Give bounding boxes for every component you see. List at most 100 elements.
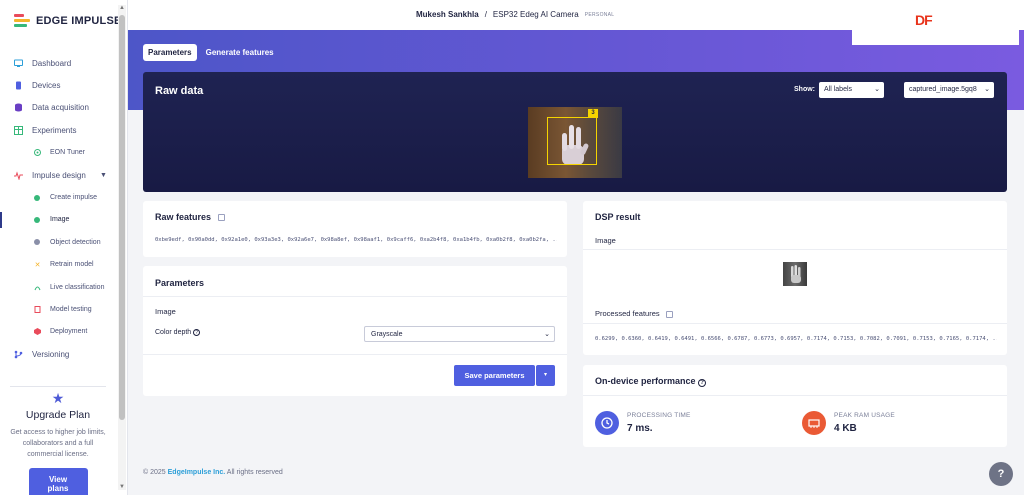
divider xyxy=(583,249,1007,250)
breadcrumb-separator: / xyxy=(484,10,487,19)
chevron-down-icon: ⌄ xyxy=(984,86,990,93)
sidebar-nav: Dashboard Devices Data acquisition Exper… xyxy=(0,52,116,365)
pulse-icon xyxy=(14,171,23,180)
sidebar-item-impulse-design[interactable]: Impulse design ▼ xyxy=(0,164,116,186)
live-icon xyxy=(34,284,41,291)
sidebar-item-eon-tuner[interactable]: EON Tuner xyxy=(0,142,116,164)
raw-features-card: Raw features 0xbe9edf, 0x90a0dd, 0x92a1e… xyxy=(143,201,567,257)
sidebar-item-deployment[interactable]: Deployment xyxy=(0,321,116,343)
status-dot-icon xyxy=(34,194,40,201)
raw-features-title: Raw features xyxy=(155,212,225,222)
footer: © 2025 EdgeImpulse Inc. All rights reser… xyxy=(143,469,283,476)
project-type-badge: PERSONAL xyxy=(584,11,615,18)
chevron-down-icon: ⌄ xyxy=(544,331,550,338)
breadcrumb-project[interactable]: ESP32 Edeg AI Camera xyxy=(493,10,579,19)
sidebar-item-data-acquisition[interactable]: Data acquisition xyxy=(0,97,116,119)
parameters-card: Parameters Image Color depth ? Grayscale… xyxy=(143,266,567,396)
save-parameters-button[interactable]: Save parameters xyxy=(454,365,535,386)
tuner-icon xyxy=(34,149,41,157)
tab-generate-features[interactable]: Generate features xyxy=(201,44,279,61)
raw-data-card: Raw data Show: All labels ⌄ captured_ima… xyxy=(143,72,1007,192)
sidebar-item-dashboard[interactable]: Dashboard xyxy=(0,52,116,74)
help-circle-icon[interactable]: ? xyxy=(193,329,201,336)
sidebar-item-image[interactable]: Image xyxy=(0,209,116,231)
sample-value: captured_image.5gq8 xyxy=(909,86,977,93)
sidebar-item-label: Devices xyxy=(32,81,61,91)
table-icon xyxy=(14,125,23,135)
clipboard-icon xyxy=(34,305,41,313)
sidebar-item-label: Live classification xyxy=(50,283,105,291)
sidebar-item-retrain-model[interactable]: ✕ Retrain model xyxy=(0,254,116,276)
help-circle-icon[interactable]: ? xyxy=(698,379,707,387)
scrollbar-thumb[interactable] xyxy=(119,15,125,420)
sparkle-icon: ★ xyxy=(51,390,65,406)
upgrade-panel: ★ Upgrade Plan Get access to higher job … xyxy=(10,386,106,495)
edge-impulse-logo-icon xyxy=(14,14,30,28)
monitor-icon xyxy=(14,59,23,68)
bounding-box-label: 3 xyxy=(588,109,598,118)
chevron-down-icon[interactable]: ▼ xyxy=(100,172,107,179)
divider xyxy=(583,323,1007,324)
question-mark-icon: ? xyxy=(997,468,1005,480)
raw-features-title-text: Raw features xyxy=(155,212,212,222)
sidebar-scrollbar[interactable]: ▲ ▼ xyxy=(118,5,126,490)
sidebar-item-label: Model testing xyxy=(50,305,92,313)
show-label: Show: xyxy=(794,86,815,93)
raw-data-title: Raw data xyxy=(155,85,204,97)
scroll-down-icon[interactable]: ▼ xyxy=(119,484,125,490)
tab-parameters[interactable]: Parameters xyxy=(143,44,197,61)
tab-bar: Parameters Generate features xyxy=(143,44,279,61)
color-depth-select[interactable]: Grayscale ⌄ xyxy=(364,326,555,342)
copy-icon[interactable] xyxy=(665,310,673,318)
save-options-dropdown-button[interactable]: ▾ xyxy=(536,365,555,386)
box-icon xyxy=(34,328,41,336)
sidebar-item-live-classification[interactable]: Live classification xyxy=(0,276,116,298)
upgrade-title: Upgrade Plan xyxy=(25,409,91,421)
sidebar-item-label: Versioning xyxy=(32,349,70,359)
sidebar-item-label: Experiments xyxy=(32,125,77,135)
footer-copyright: © 2025 xyxy=(143,469,166,476)
memory-chip-icon xyxy=(802,411,826,435)
status-dot-icon xyxy=(34,216,40,223)
breadcrumb-user[interactable]: Mukesh Sankhla xyxy=(416,10,479,19)
sidebar-item-model-testing[interactable]: Model testing xyxy=(0,298,116,320)
bounding-box xyxy=(547,117,597,165)
processed-features-title-text: Processed features xyxy=(595,309,660,318)
breadcrumb: Mukesh Sankhla / ESP32 Edeg AI Camera PE… xyxy=(416,10,614,19)
label-filter-select[interactable]: All labels ⌄ xyxy=(819,82,884,98)
copy-icon[interactable] xyxy=(217,214,225,222)
dsp-result-card: DSP result Image Processed features 0.62… xyxy=(583,201,1007,355)
view-plans-button[interactable]: View plans xyxy=(28,468,88,495)
scroll-up-icon[interactable]: ▲ xyxy=(119,5,125,11)
divider xyxy=(143,296,567,297)
sidebar-item-label: Retrain model xyxy=(50,261,94,269)
sidebar-item-label: Impulse design xyxy=(32,170,86,180)
performance-title-text: On-device performance xyxy=(595,376,696,386)
brand[interactable]: EDGE IMPULSE xyxy=(14,14,122,28)
raw-sample-image: 3 xyxy=(528,107,622,178)
raw-features-values: 0xbe9edf, 0x90a0dd, 0x92a1e0, 0x93a3e3, … xyxy=(155,237,557,243)
sidebar-item-label: Data acquisition xyxy=(32,103,89,113)
label-filter-value: All labels xyxy=(824,86,853,93)
shuffle-icon: ✕ xyxy=(34,261,41,269)
df-logo: DF xyxy=(915,12,933,28)
sidebar-item-object-detection[interactable]: Object detection xyxy=(0,231,116,253)
image-section-label: Image xyxy=(155,307,176,316)
sidebar-item-create-impulse[interactable]: Create impulse xyxy=(0,186,116,208)
divider xyxy=(143,354,567,355)
peak-ram-label: PEAK RAM USAGE xyxy=(834,412,895,419)
sidebar-item-devices[interactable]: Devices xyxy=(0,74,116,96)
sidebar-item-label: Create impulse xyxy=(50,194,98,202)
color-depth-label-text: Color depth xyxy=(155,329,192,336)
help-button[interactable]: ? xyxy=(989,462,1013,486)
processing-time-value: 7 ms. xyxy=(627,423,653,434)
sample-select[interactable]: captured_image.5gq8 ⌄ xyxy=(904,82,994,98)
overlay-logo-box: DF xyxy=(852,5,1019,45)
footer-company-link[interactable]: EdgeImpulse Inc. xyxy=(168,469,226,476)
brand-name: EDGE IMPULSE xyxy=(36,15,122,27)
sidebar: EDGE IMPULSE Dashboard Devices Data acqu… xyxy=(0,0,128,495)
sidebar-item-experiments[interactable]: Experiments xyxy=(0,119,116,141)
sidebar-item-versioning[interactable]: Versioning xyxy=(0,343,116,365)
dsp-image-label: Image xyxy=(595,236,616,245)
sidebar-item-label: Image xyxy=(50,216,70,224)
